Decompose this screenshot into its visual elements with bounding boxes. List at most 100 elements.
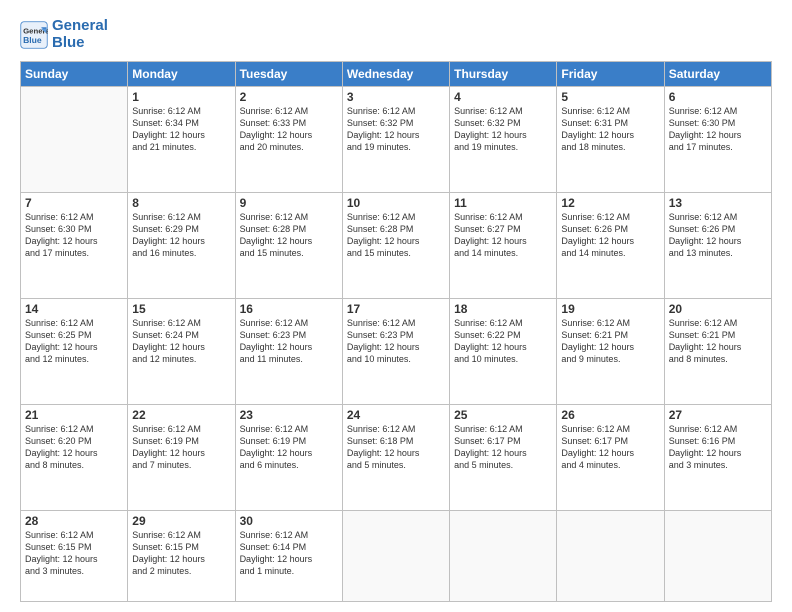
day-number: 27 xyxy=(669,408,767,422)
header: General Blue General Blue xyxy=(20,18,772,51)
logo: General Blue General Blue xyxy=(20,18,108,51)
calendar-cell xyxy=(342,510,449,601)
week-row-2: 7Sunrise: 6:12 AM Sunset: 6:30 PM Daylig… xyxy=(21,192,772,298)
calendar-cell: 12Sunrise: 6:12 AM Sunset: 6:26 PM Dayli… xyxy=(557,192,664,298)
day-info: Sunrise: 6:12 AM Sunset: 6:16 PM Dayligh… xyxy=(669,423,767,472)
day-info: Sunrise: 6:12 AM Sunset: 6:29 PM Dayligh… xyxy=(132,211,230,260)
calendar-cell: 18Sunrise: 6:12 AM Sunset: 6:22 PM Dayli… xyxy=(450,298,557,404)
calendar-cell: 24Sunrise: 6:12 AM Sunset: 6:18 PM Dayli… xyxy=(342,404,449,510)
calendar-table: SundayMondayTuesdayWednesdayThursdayFrid… xyxy=(20,61,772,602)
day-number: 6 xyxy=(669,90,767,104)
calendar-cell: 2Sunrise: 6:12 AM Sunset: 6:33 PM Daylig… xyxy=(235,87,342,193)
day-number: 8 xyxy=(132,196,230,210)
day-info: Sunrise: 6:12 AM Sunset: 6:26 PM Dayligh… xyxy=(561,211,659,260)
day-info: Sunrise: 6:12 AM Sunset: 6:19 PM Dayligh… xyxy=(240,423,338,472)
calendar-cell: 13Sunrise: 6:12 AM Sunset: 6:26 PM Dayli… xyxy=(664,192,771,298)
calendar-cell: 25Sunrise: 6:12 AM Sunset: 6:17 PM Dayli… xyxy=(450,404,557,510)
calendar-cell: 30Sunrise: 6:12 AM Sunset: 6:14 PM Dayli… xyxy=(235,510,342,601)
day-info: Sunrise: 6:12 AM Sunset: 6:27 PM Dayligh… xyxy=(454,211,552,260)
logo-general: General xyxy=(52,18,108,35)
weekday-monday: Monday xyxy=(128,62,235,87)
calendar-cell xyxy=(557,510,664,601)
calendar-cell: 5Sunrise: 6:12 AM Sunset: 6:31 PM Daylig… xyxy=(557,87,664,193)
day-info: Sunrise: 6:12 AM Sunset: 6:19 PM Dayligh… xyxy=(132,423,230,472)
calendar-cell: 10Sunrise: 6:12 AM Sunset: 6:28 PM Dayli… xyxy=(342,192,449,298)
calendar-cell: 1Sunrise: 6:12 AM Sunset: 6:34 PM Daylig… xyxy=(128,87,235,193)
day-info: Sunrise: 6:12 AM Sunset: 6:14 PM Dayligh… xyxy=(240,529,338,578)
day-info: Sunrise: 6:12 AM Sunset: 6:20 PM Dayligh… xyxy=(25,423,123,472)
day-info: Sunrise: 6:12 AM Sunset: 6:15 PM Dayligh… xyxy=(132,529,230,578)
day-info: Sunrise: 6:12 AM Sunset: 6:18 PM Dayligh… xyxy=(347,423,445,472)
day-info: Sunrise: 6:12 AM Sunset: 6:32 PM Dayligh… xyxy=(347,105,445,154)
day-number: 1 xyxy=(132,90,230,104)
calendar-cell: 22Sunrise: 6:12 AM Sunset: 6:19 PM Dayli… xyxy=(128,404,235,510)
day-number: 3 xyxy=(347,90,445,104)
day-info: Sunrise: 6:12 AM Sunset: 6:25 PM Dayligh… xyxy=(25,317,123,366)
day-number: 10 xyxy=(347,196,445,210)
day-number: 22 xyxy=(132,408,230,422)
day-info: Sunrise: 6:12 AM Sunset: 6:32 PM Dayligh… xyxy=(454,105,552,154)
calendar-cell: 17Sunrise: 6:12 AM Sunset: 6:23 PM Dayli… xyxy=(342,298,449,404)
day-info: Sunrise: 6:12 AM Sunset: 6:34 PM Dayligh… xyxy=(132,105,230,154)
day-info: Sunrise: 6:12 AM Sunset: 6:21 PM Dayligh… xyxy=(669,317,767,366)
calendar-cell: 6Sunrise: 6:12 AM Sunset: 6:30 PM Daylig… xyxy=(664,87,771,193)
calendar-cell: 14Sunrise: 6:12 AM Sunset: 6:25 PM Dayli… xyxy=(21,298,128,404)
day-number: 26 xyxy=(561,408,659,422)
calendar-cell: 15Sunrise: 6:12 AM Sunset: 6:24 PM Dayli… xyxy=(128,298,235,404)
weekday-header-row: SundayMondayTuesdayWednesdayThursdayFrid… xyxy=(21,62,772,87)
day-info: Sunrise: 6:12 AM Sunset: 6:23 PM Dayligh… xyxy=(240,317,338,366)
day-number: 11 xyxy=(454,196,552,210)
day-info: Sunrise: 6:12 AM Sunset: 6:24 PM Dayligh… xyxy=(132,317,230,366)
calendar-cell: 4Sunrise: 6:12 AM Sunset: 6:32 PM Daylig… xyxy=(450,87,557,193)
weekday-thursday: Thursday xyxy=(450,62,557,87)
calendar-cell: 11Sunrise: 6:12 AM Sunset: 6:27 PM Dayli… xyxy=(450,192,557,298)
calendar-cell: 28Sunrise: 6:12 AM Sunset: 6:15 PM Dayli… xyxy=(21,510,128,601)
day-number: 5 xyxy=(561,90,659,104)
day-info: Sunrise: 6:12 AM Sunset: 6:31 PM Dayligh… xyxy=(561,105,659,154)
day-number: 19 xyxy=(561,302,659,316)
calendar-cell: 26Sunrise: 6:12 AM Sunset: 6:17 PM Dayli… xyxy=(557,404,664,510)
calendar-cell xyxy=(450,510,557,601)
logo-blue: Blue xyxy=(52,35,108,52)
weekday-saturday: Saturday xyxy=(664,62,771,87)
day-number: 23 xyxy=(240,408,338,422)
day-info: Sunrise: 6:12 AM Sunset: 6:17 PM Dayligh… xyxy=(454,423,552,472)
day-number: 13 xyxy=(669,196,767,210)
day-info: Sunrise: 6:12 AM Sunset: 6:28 PM Dayligh… xyxy=(240,211,338,260)
svg-text:Blue: Blue xyxy=(23,34,42,44)
day-number: 12 xyxy=(561,196,659,210)
day-number: 25 xyxy=(454,408,552,422)
calendar-cell xyxy=(21,87,128,193)
day-info: Sunrise: 6:12 AM Sunset: 6:30 PM Dayligh… xyxy=(25,211,123,260)
calendar-cell: 8Sunrise: 6:12 AM Sunset: 6:29 PM Daylig… xyxy=(128,192,235,298)
week-row-1: 1Sunrise: 6:12 AM Sunset: 6:34 PM Daylig… xyxy=(21,87,772,193)
day-info: Sunrise: 6:12 AM Sunset: 6:30 PM Dayligh… xyxy=(669,105,767,154)
day-info: Sunrise: 6:12 AM Sunset: 6:28 PM Dayligh… xyxy=(347,211,445,260)
day-number: 17 xyxy=(347,302,445,316)
calendar-cell: 23Sunrise: 6:12 AM Sunset: 6:19 PM Dayli… xyxy=(235,404,342,510)
week-row-5: 28 Sunrise: 6:12 AM Sunset: 6:15 PM Dayli… xyxy=(21,510,772,601)
calendar-cell: 7Sunrise: 6:12 AM Sunset: 6:30 PM Daylig… xyxy=(21,192,128,298)
day-number: 29 xyxy=(132,514,230,528)
calendar-cell xyxy=(664,510,771,601)
weekday-sunday: Sunday xyxy=(21,62,128,87)
day-info: Sunrise: 6:12 AM Sunset: 6:22 PM Dayligh… xyxy=(454,317,552,366)
calendar-cell: 21Sunrise: 6:12 AM Sunset: 6:20 PM Dayli… xyxy=(21,404,128,510)
day-number: 4 xyxy=(454,90,552,104)
day-number: 14 xyxy=(25,302,123,316)
day-info: Sunrise: 6:12 AM Sunset: 6:26 PM Dayligh… xyxy=(669,211,767,260)
calendar-cell: 16Sunrise: 6:12 AM Sunset: 6:23 PM Dayli… xyxy=(235,298,342,404)
week-row-3: 14Sunrise: 6:12 AM Sunset: 6:25 PM Dayli… xyxy=(21,298,772,404)
day-number: 15 xyxy=(132,302,230,316)
page: General Blue General Blue SundayMondayTu… xyxy=(0,0,792,612)
day-info: Sunrise: 6:12 AM Sunset: 6:33 PM Dayligh… xyxy=(240,105,338,154)
day-number: 21 xyxy=(25,408,123,422)
calendar-cell: 19Sunrise: 6:12 AM Sunset: 6:21 PM Dayli… xyxy=(557,298,664,404)
day-number: 28 xyxy=(25,514,123,528)
weekday-friday: Friday xyxy=(557,62,664,87)
logo-icon: General Blue xyxy=(20,21,48,49)
day-number: 16 xyxy=(240,302,338,316)
day-info: Sunrise: 6:12 AM Sunset: 6:23 PM Dayligh… xyxy=(347,317,445,366)
calendar-cell: 27Sunrise: 6:12 AM Sunset: 6:16 PM Dayli… xyxy=(664,404,771,510)
day-number: 7 xyxy=(25,196,123,210)
